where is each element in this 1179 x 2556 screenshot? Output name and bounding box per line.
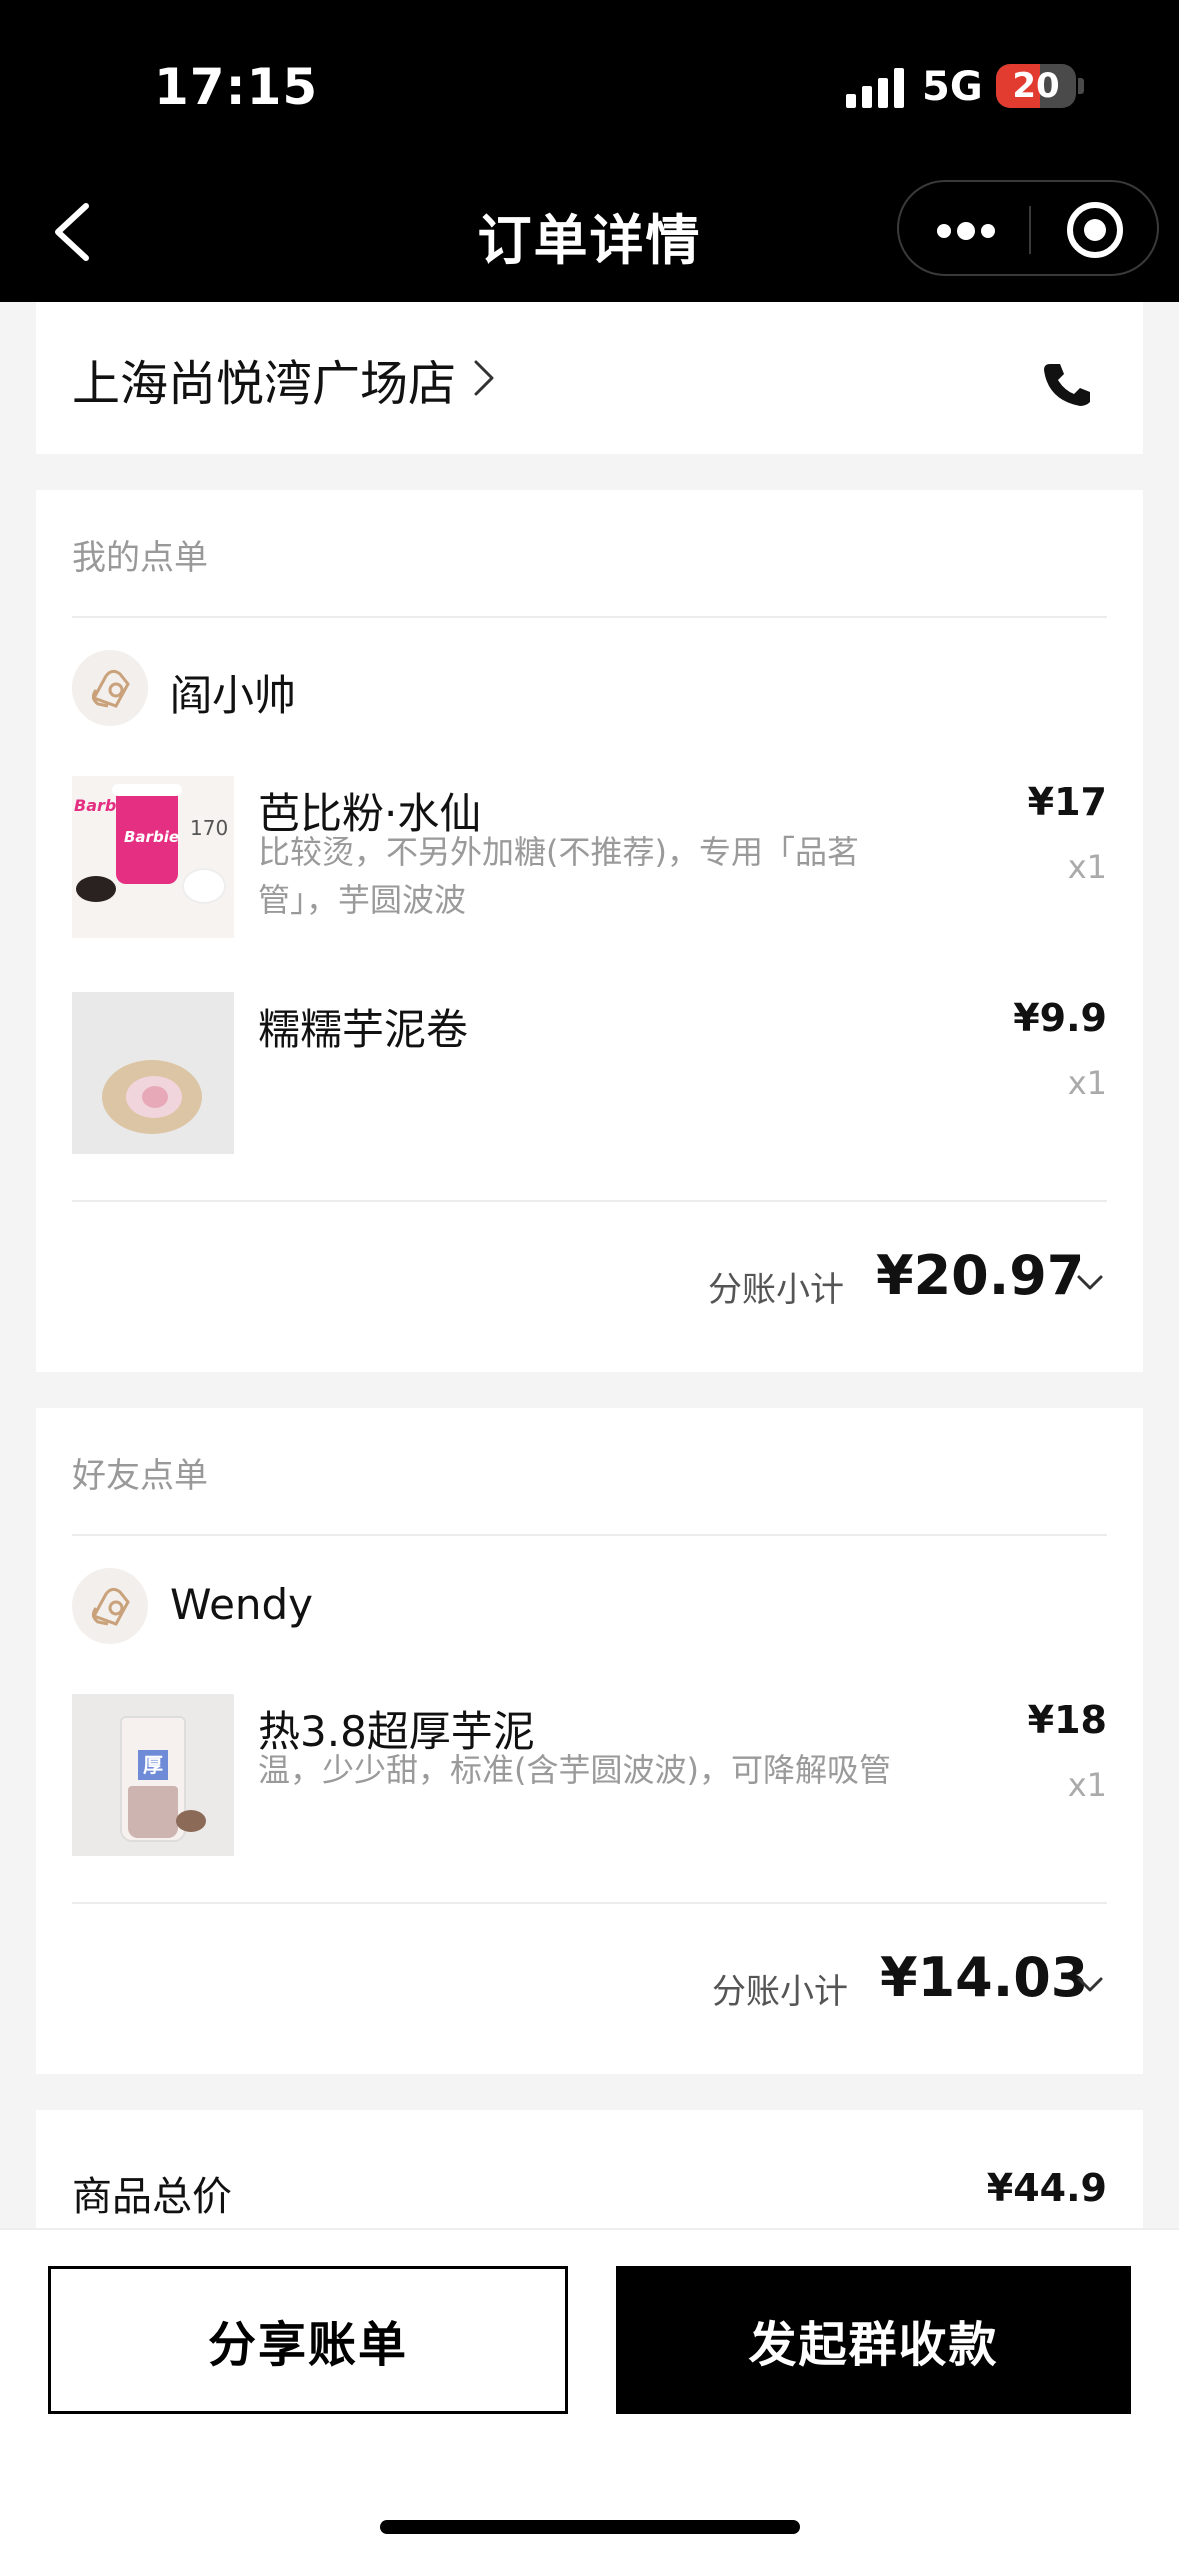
share-bill-button[interactable]: 分享账单	[48, 2266, 568, 2414]
user-name: 阎小帅	[170, 671, 297, 720]
phone-icon[interactable]	[1040, 360, 1092, 408]
more-dots-icon[interactable]	[937, 222, 997, 240]
store-name[interactable]: 上海尚悦湾广场店	[72, 344, 456, 414]
avatar	[72, 1568, 148, 1644]
subtotal-label: 分账小计	[708, 1270, 844, 1310]
item-price: ¥18	[1027, 1698, 1107, 1742]
network-type: 5G	[922, 64, 983, 110]
item-options: 温，少少甜，标准(含芋圆波波)，可降解吸管	[258, 1751, 891, 1789]
section-title: 我的点单	[72, 538, 208, 578]
product-image: 厚	[72, 1694, 234, 1856]
user-name: Wendy	[170, 1580, 314, 1629]
item-qty: x1	[1067, 1064, 1107, 1102]
my-order-card: 我的点单 阎小帅 Barbie Barbie 170 芭比粉·水仙 比较烫，不另…	[36, 490, 1143, 1372]
product-image	[72, 992, 234, 1154]
divider	[72, 1200, 1107, 1202]
friend-order-card: 好友点单 Wendy 厚 热3.8超厚芋泥 温，少少甜，标准(含芋圆波波)，可降…	[36, 1408, 1143, 2074]
order-detail-page: 17:15 5G 20 订单详情 上海尚悦湾广场店 我的点单 阎小帅 Barbi…	[0, 0, 1179, 2556]
top-bar: 17:15 5G 20 订单详情	[0, 0, 1179, 302]
chevron-down-icon[interactable]	[1076, 1976, 1104, 1994]
divider	[72, 1534, 1107, 1536]
target-icon[interactable]	[1067, 202, 1123, 258]
total-value: ¥44.9	[986, 2166, 1107, 2210]
subtotal-value: ¥14.03	[880, 1946, 1089, 2009]
signal-icon	[846, 68, 904, 108]
battery-icon: 20	[996, 64, 1076, 108]
battery-level: 20	[1012, 66, 1060, 106]
item-price: ¥17	[1027, 780, 1107, 824]
item-options: 比较烫，不另外加糖(不推荐)，专用「品茗管」，芋圆波波	[258, 833, 859, 919]
avatar	[72, 650, 148, 726]
store-card[interactable]: 上海尚悦湾广场店	[36, 302, 1143, 454]
divider	[72, 616, 1107, 618]
subtotal-label: 分账小计	[712, 1972, 848, 2012]
battery-tip	[1078, 78, 1084, 94]
item-qty: x1	[1067, 848, 1107, 886]
item-price: ¥9.9	[1013, 996, 1107, 1040]
item-qty: x1	[1067, 1766, 1107, 1804]
bottom-action-bar: 分享账单 发起群收款	[0, 2228, 1179, 2556]
capsule-divider	[1029, 206, 1031, 254]
group-collect-button[interactable]: 发起群收款	[616, 2266, 1131, 2414]
avatar-icon	[91, 1587, 130, 1626]
home-indicator[interactable]	[380, 2520, 800, 2534]
divider	[72, 1902, 1107, 1904]
status-time: 17:15	[154, 58, 319, 116]
mini-program-capsule	[897, 180, 1159, 276]
chevron-down-icon[interactable]	[1076, 1274, 1104, 1292]
chevron-right-icon[interactable]	[472, 358, 496, 398]
avatar-icon	[91, 669, 130, 708]
item-name: 糯糯芋泥卷	[258, 1005, 469, 1054]
total-label: 商品总价	[72, 2174, 232, 2220]
section-title: 好友点单	[72, 1456, 208, 1496]
subtotal-value: ¥20.97	[876, 1244, 1085, 1307]
product-image: Barbie Barbie 170	[72, 776, 234, 938]
